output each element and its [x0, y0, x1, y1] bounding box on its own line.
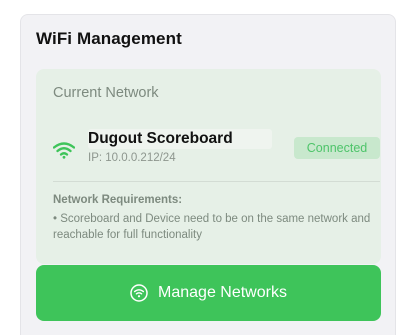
- divider: [53, 181, 380, 182]
- network-name: Dugout Scoreboard: [88, 129, 272, 149]
- card-title: WiFi Management: [36, 29, 182, 48]
- network-ip: IP: 10.0.0.212/24: [88, 152, 176, 164]
- wifi-icon: [53, 142, 75, 159]
- manage-networks-button[interactable]: Manage Networks: [36, 265, 381, 321]
- wifi-circle-icon: [130, 284, 148, 302]
- current-network-heading: Current Network: [53, 85, 159, 101]
- status-badge: Connected: [294, 137, 380, 159]
- manage-networks-label: Manage Networks: [158, 284, 287, 301]
- current-network-panel: Current Network Dugout Scoreboard IP: 10…: [36, 69, 381, 264]
- wifi-management-card: WiFi Management Current Network Dugout S…: [20, 14, 396, 335]
- requirements-text: • Scoreboard and Device need to be on th…: [53, 213, 371, 241]
- requirements-heading: Network Requirements:: [53, 194, 183, 206]
